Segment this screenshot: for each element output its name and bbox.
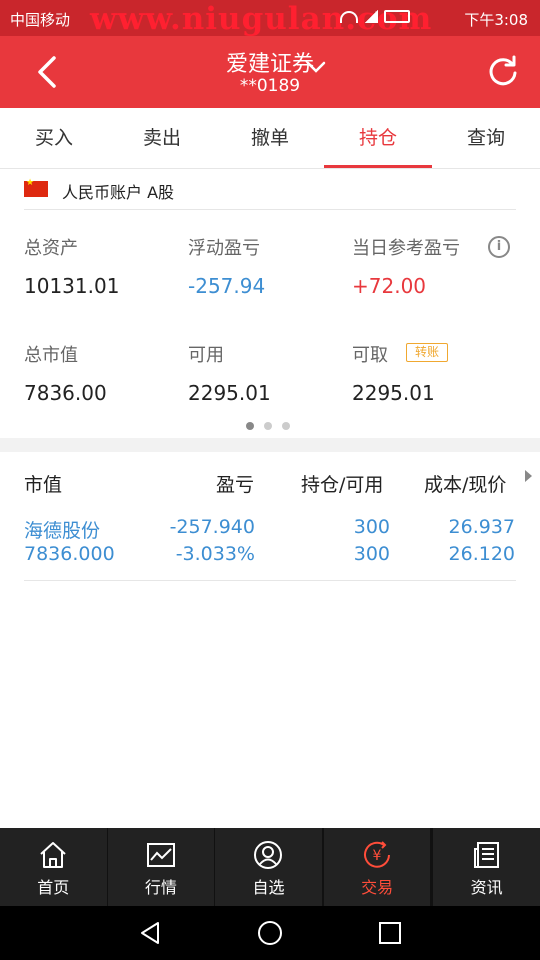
account-number: **0189 — [239, 76, 301, 96]
stat-value: 2295.01 — [352, 381, 435, 405]
stat-label: 总市值 — [24, 345, 78, 366]
tab-buy[interactable]: 买入 — [0, 108, 108, 168]
nav-label: 自选 — [252, 878, 285, 897]
col-pl[interactable]: 盈亏 — [216, 470, 254, 497]
scroll-right-icon[interactable] — [525, 470, 532, 482]
battery-icon — [384, 10, 410, 23]
info-icon[interactable]: i — [488, 236, 510, 258]
tab-query[interactable]: 查询 — [432, 108, 540, 168]
account-selector[interactable]: 人民币账户 A股 — [24, 176, 516, 210]
stat-market-value: 总市值 7836.00 — [24, 341, 107, 405]
stock-cost: 26.937 — [448, 516, 515, 538]
row-divider — [24, 580, 516, 581]
nav-news[interactable]: 资讯 — [432, 828, 540, 906]
stock-pl-pct: -3.033% — [175, 543, 255, 565]
tabs-divider — [0, 168, 540, 169]
clock: 下午3:08 — [464, 11, 528, 29]
chevron-down-icon[interactable] — [305, 60, 327, 74]
news-icon — [473, 842, 499, 868]
carrier-label: 中国移动 — [10, 11, 71, 29]
nav-label: 交易 — [361, 878, 394, 897]
table-row[interactable]: 海德股份 7836.000 -257.940 -3.033% 300 300 2… — [0, 516, 540, 580]
col-market-value: 市值 — [24, 474, 63, 496]
home-icon — [40, 842, 66, 868]
svg-text:¥: ¥ — [373, 848, 382, 864]
nav-label: 资讯 — [470, 878, 503, 897]
status-bar: 中国移动 www.niugulan.com 下午3:08 — [0, 0, 540, 37]
stock-price: 26.120 — [448, 543, 515, 565]
broker-title[interactable]: 爱建证券 — [0, 46, 540, 78]
bottom-nav: 首页 行情 自选 ¥ 交易 资讯 — [0, 828, 540, 906]
stat-today-pl: 当日参考盈亏 +72.00 — [352, 234, 460, 298]
stat-label: 可用 — [188, 345, 224, 366]
system-home-icon[interactable] — [257, 920, 283, 946]
col-holding[interactable]: 持仓/可用 — [301, 470, 383, 497]
nav-market[interactable]: 行情 — [106, 828, 215, 906]
tab-sell[interactable]: 卖出 — [108, 108, 216, 168]
stock-name: 海德股份 — [24, 520, 101, 542]
stock-holding: 300 — [353, 516, 390, 538]
stock-available: 300 — [353, 543, 390, 565]
app-header: 爱建证券 **0189 — [0, 36, 540, 108]
nav-home[interactable]: 首页 — [0, 828, 107, 906]
stat-value: -257.94 — [188, 274, 266, 298]
yuan-icon: ¥ — [364, 841, 391, 868]
nav-trade[interactable]: ¥ 交易 — [321, 828, 433, 906]
trade-tabs: 买入 卖出 撤单 持仓 查询 — [0, 108, 540, 168]
stat-label: 总资产 — [24, 238, 78, 259]
stat-label: 浮动盈亏 — [188, 238, 260, 259]
refresh-icon[interactable] — [486, 54, 520, 88]
stat-total-assets: 总资产 10131.01 — [24, 234, 119, 298]
user-icon — [254, 841, 283, 869]
nav-watchlist[interactable]: 自选 — [214, 828, 322, 906]
stat-value: 2295.01 — [188, 381, 271, 405]
page-dot — [246, 422, 254, 430]
stat-label: 当日参考盈亏 — [352, 238, 460, 259]
stat-value: 7836.00 — [24, 381, 107, 405]
stat-floating-pl: 浮动盈亏 -257.94 — [188, 234, 265, 298]
status-icons — [340, 10, 410, 23]
account-label: 人民币账户 A股 — [62, 183, 175, 202]
chart-icon — [146, 843, 175, 867]
transfer-button[interactable]: 转账 — [406, 343, 448, 362]
nav-label: 行情 — [144, 878, 177, 897]
stat-value: +72.00 — [352, 274, 427, 298]
system-recents-icon[interactable] — [377, 920, 403, 946]
nav-label: 首页 — [37, 878, 70, 897]
section-divider — [0, 438, 540, 452]
tab-holdings[interactable]: 持仓 — [324, 108, 432, 168]
positions-header: 市值 盈亏 持仓/可用 成本/现价 — [0, 460, 540, 504]
china-flag-icon — [24, 178, 48, 197]
col-cost-price[interactable]: 成本/现价 — [424, 470, 506, 497]
system-back-icon[interactable] — [138, 920, 164, 946]
page-dot — [282, 422, 290, 430]
stat-value: 10131.01 — [24, 274, 120, 298]
tab-cancel[interactable]: 撤单 — [216, 108, 324, 168]
page-dot — [264, 422, 272, 430]
signal-icon — [364, 10, 378, 23]
page-indicator — [246, 422, 290, 430]
system-nav-bar — [0, 906, 540, 960]
wifi-icon — [340, 10, 358, 23]
stock-pl: -257.940 — [169, 516, 255, 538]
stock-market-value: 7836.000 — [24, 543, 115, 565]
stat-available: 可用 2295.01 — [188, 341, 271, 405]
